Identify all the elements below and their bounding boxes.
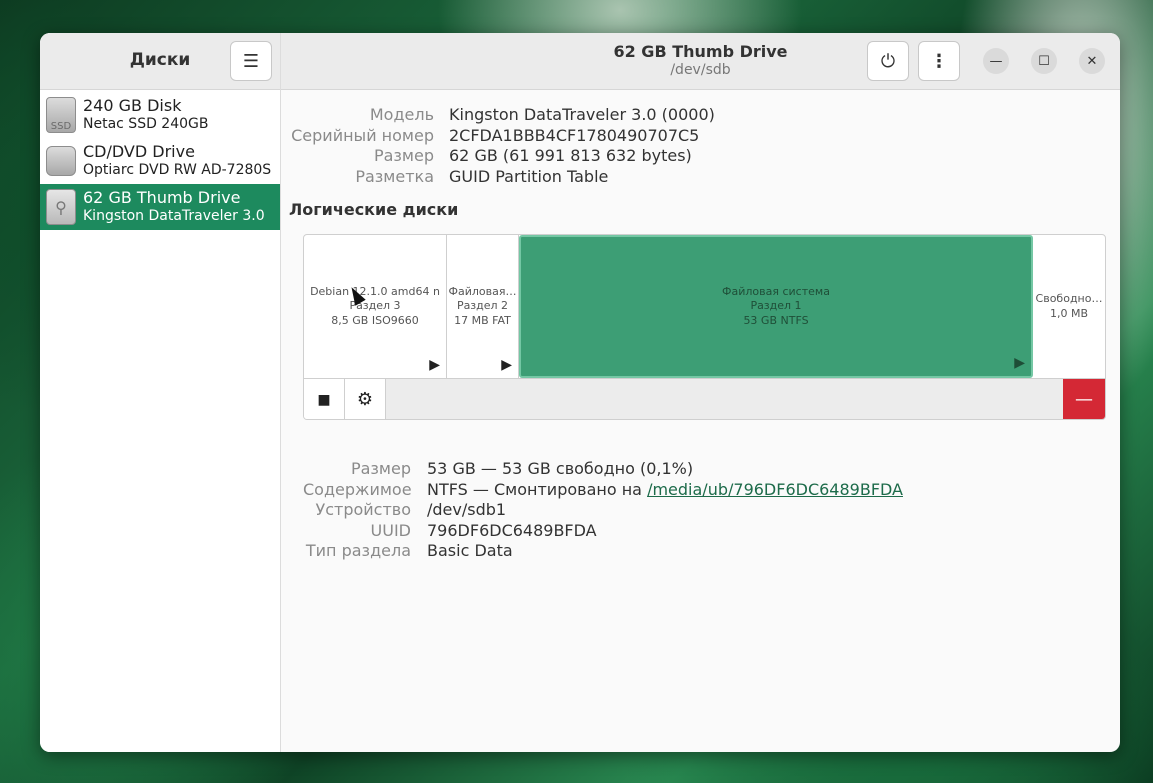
vol-size-label: Размер [350,459,411,478]
partition-size: 8,5 GB ISO9660 [331,313,419,327]
partition-label: Свободно… [1035,292,1103,305]
partition-label: Debian 12.1.0 amd64 n [310,284,440,298]
gear-icon: ⚙ [356,389,374,410]
minimize-button[interactable]: — [983,48,1009,74]
serial-label: Серийный номер [291,125,434,145]
partition-label: Файловая система [722,284,830,298]
device-list: SSD 240 GB Disk Netac SSD 240GB CD/DVD D… [40,90,280,230]
hamburger-icon: ☰ [242,50,260,72]
device-model: Optiarc DVD RW AD-7280S [83,162,272,178]
device-name: CD/DVD Drive [83,142,195,161]
vol-device-value: /dev/sdb1 [427,500,507,519]
device-item-240gb-disk[interactable]: SSD 240 GB Disk Netac SSD 240GB [40,92,280,138]
device-item-cd-dvd-drive[interactable]: CD/DVD Drive Optiarc DVD RW AD-7280S [40,138,280,184]
vol-type-label: Тип раздела [305,541,411,560]
partitioning-value: GUID Partition Table [449,166,609,186]
size-value: 62 GB (61 991 813 632 bytes) [449,146,692,165]
size-label: Размер [373,146,434,165]
stop-icon: ■ [317,391,331,408]
close-icon: ✕ [1086,53,1098,69]
serial-value: 2CFDA1BBB4CF1780490707C5 [449,125,700,145]
partition-map: Debian 12.1.0 amd64 n Раздел 3 8,5 GB IS… [303,234,1106,420]
sidebar: Диски ☰ SSD 240 GB Disk Netac SSD 240GB … [40,33,281,752]
vol-contents-value: NTFS — Смонтировано на [427,479,648,499]
model-value: Kingston DataTraveler 3.0 (0000) [449,105,715,124]
optical-drive-icon [46,146,76,176]
vol-uuid-value: 796DF6DC6489BFDA [427,520,597,540]
partition-toolbar: ■ ⚙ — [304,378,1105,419]
disks-window: Диски ☰ SSD 240 GB Disk Netac SSD 240GB … [40,33,1120,752]
delete-partition-button[interactable]: — [1063,379,1105,419]
partition-size: 53 GB NTFS [743,313,809,327]
play-icon: ▶ [501,356,512,373]
power-off-button[interactable]: ⏻ [867,41,909,81]
minus-icon: — [1075,389,1093,410]
drive-info: Модель Kingston DataTraveler 3.0 (0000) … [281,105,715,187]
device-item-thumb-drive[interactable]: ⚲ 62 GB Thumb Drive Kingston DataTravele… [40,184,280,230]
close-button[interactable]: ✕ [1079,48,1105,74]
power-icon: ⏻ [880,50,896,72]
partition-number: Раздел 1 [750,299,802,313]
partition-size: 1,0 MB [1049,306,1089,320]
maximize-icon: ☐ [1038,53,1050,69]
device-model: Netac SSD 240GB [83,116,209,132]
mount-point-link[interactable]: /media/ub/796DF6DC6489BFDA [647,480,903,499]
vol-device-label: Устройство [315,500,411,519]
unmount-button[interactable]: ■ [304,379,345,419]
vol-type-value: Basic Data [427,541,513,560]
device-model: Kingston DataTraveler 3.0 [83,208,265,224]
partition-1[interactable]: Файловая система Раздел 1 53 GB NTFS ▶ [519,235,1033,378]
vol-uuid-label: UUID [370,520,411,540]
drive-options-button[interactable]: ⋮ [918,41,960,81]
device-name: 240 GB Disk [83,96,182,115]
drive-details: Модель Kingston DataTraveler 3.0 (0000) … [281,90,1120,752]
vol-contents-label: Содержимое [303,479,412,499]
free-space[interactable]: Свободно… 1,0 MB [1033,235,1105,378]
partition-label: Файловая… [448,284,517,298]
vol-size-value: 53 GB — 53 GB свободно (0,1%) [427,459,694,478]
partitioning-label: Разметка [355,166,434,186]
main-header: 62 GB Thumb Drive /dev/sdb ⏻ ⋮ — ☐ ✕ [281,33,1120,90]
kebab-menu-icon: ⋮ [930,50,948,72]
partition-2[interactable]: Файловая… Раздел 2 17 MB FAT ▶ [447,235,519,378]
partition-options-button[interactable]: ⚙ [345,379,386,419]
maximize-button[interactable]: ☐ [1031,48,1057,74]
play-icon: ▶ [429,356,440,373]
play-icon: ▶ [1014,354,1025,371]
volume-info: Размер 53 GB — 53 GB свободно (0,1%) Сод… [303,459,903,562]
ssd-icon: SSD [46,97,76,133]
minimize-icon: — [989,53,1003,69]
partition-size: 17 MB FAT [454,313,511,327]
menu-button[interactable]: ☰ [230,41,272,81]
volumes-title: Логические диски [289,200,459,219]
partition-3[interactable]: Debian 12.1.0 amd64 n Раздел 3 8,5 GB IS… [304,235,447,378]
model-label: Модель [369,105,434,124]
sidebar-header: Диски ☰ [40,33,280,90]
partition-number: Раздел 2 [456,299,509,313]
usb-drive-icon: ⚲ [46,189,76,225]
device-name: 62 GB Thumb Drive [83,188,241,207]
